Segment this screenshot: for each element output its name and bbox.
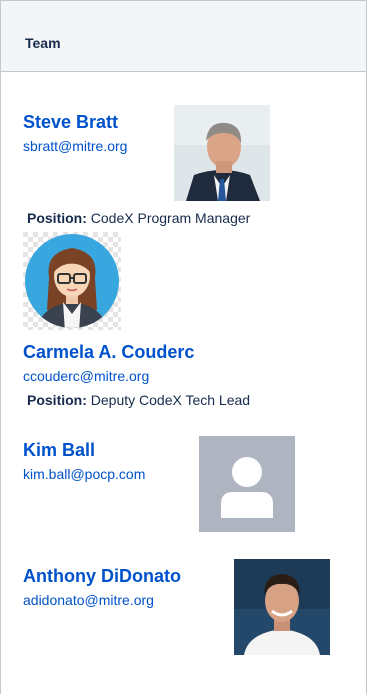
position-value: CodeX Program Manager — [90, 210, 251, 226]
member-email-steve-bratt[interactable]: sbratt@mitre.org — [23, 138, 127, 154]
team-table: Team Steve Bratt sbratt@mitre.org Positi… — [0, 0, 367, 694]
member-email-kim-ball[interactable]: kim.ball@pocp.com — [23, 466, 145, 482]
member-name-steve-bratt[interactable]: Steve Bratt — [23, 112, 118, 133]
member-photo-steve-bratt — [174, 105, 270, 201]
position-value: Deputy CodeX Tech Lead — [90, 392, 251, 408]
position-label: Position: — [27, 392, 87, 408]
portrait-photo-icon — [174, 105, 270, 201]
table-header-team: Team — [25, 35, 61, 51]
table-header: Team — [0, 0, 367, 72]
position-label: Position: — [27, 210, 87, 226]
member-position-steve-bratt: Position: CodeX Program Manager — [27, 210, 250, 226]
portrait-photo-icon — [234, 559, 330, 655]
member-photo-kim-ball — [199, 436, 295, 532]
member-name-carmela-couderc[interactable]: Carmela A. Couderc — [23, 342, 194, 363]
avatar-illustration-icon — [23, 232, 121, 330]
member-position-carmela-couderc: Position: Deputy CodeX Tech Lead — [27, 392, 250, 408]
member-email-anthony-didonato[interactable]: adidonato@mitre.org — [23, 592, 154, 608]
member-photo-anthony-didonato — [234, 559, 330, 655]
member-name-anthony-didonato[interactable]: Anthony DiDonato — [23, 566, 181, 587]
member-photo-carmela-couderc — [23, 232, 121, 330]
member-name-kim-ball[interactable]: Kim Ball — [23, 440, 95, 461]
member-email-carmela-couderc[interactable]: ccouderc@mitre.org — [23, 368, 149, 384]
default-user-avatar-icon — [199, 436, 295, 532]
